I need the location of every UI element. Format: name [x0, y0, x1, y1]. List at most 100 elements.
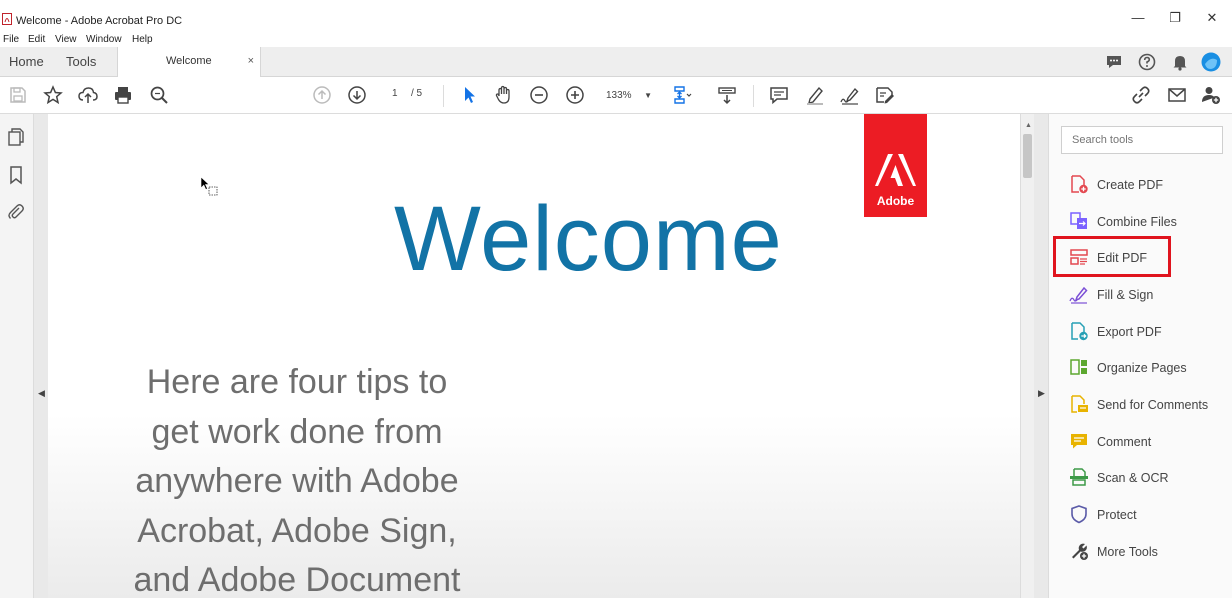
tab-document[interactable]: Welcome ×	[117, 47, 261, 78]
tool-fill-sign[interactable]: Fill & Sign	[1067, 281, 1217, 307]
page-total: / 5	[411, 88, 423, 99]
print-icon[interactable]	[112, 84, 134, 106]
tool-label: More Tools	[1097, 545, 1158, 559]
zoom-out-icon[interactable]	[528, 84, 550, 106]
menu-file[interactable]: File	[3, 34, 19, 45]
cloud-upload-icon[interactable]	[77, 84, 99, 106]
scroll-up-arrow-icon[interactable]: ▲	[1025, 122, 1032, 129]
share-link-icon[interactable]	[1130, 84, 1152, 106]
vertical-scrollbar[interactable]: ▲	[1020, 114, 1034, 598]
export-pdf-icon	[1071, 322, 1088, 341]
email-icon[interactable]	[1166, 84, 1188, 106]
title-bar: Welcome - Adobe Acrobat Pro DC — ❐ ✕	[0, 0, 1232, 32]
tips-line: Here are four tips to	[146, 363, 448, 401]
tool-label: Fill & Sign	[1097, 288, 1154, 302]
scroll-mode-icon[interactable]	[716, 84, 738, 106]
mouse-pointer-icon	[200, 176, 218, 196]
scan-ocr-icon	[1070, 468, 1088, 486]
acrobat-app-icon	[2, 13, 12, 25]
tips-line: get work done from	[151, 412, 443, 451]
zoom-level-select[interactable]: 133% ▼	[598, 86, 656, 106]
toolbar-divider	[753, 85, 754, 107]
tool-label: Comment	[1097, 435, 1152, 449]
search-icon[interactable]	[148, 84, 170, 106]
chat-icon[interactable]	[1104, 52, 1124, 72]
toolbar-divider	[443, 85, 444, 107]
chevron-down-icon: ▼	[644, 91, 652, 100]
highlight-pen-icon[interactable]	[804, 84, 826, 106]
tool-combine-files[interactable]: Combine Files	[1067, 208, 1217, 234]
zoom-in-icon[interactable]	[564, 84, 586, 106]
select-cursor-icon[interactable]	[458, 84, 480, 106]
menu-edit[interactable]: Edit	[28, 34, 45, 45]
tool-scan-ocr[interactable]: Scan & OCR	[1067, 464, 1217, 490]
close-tab-button[interactable]: ×	[248, 55, 254, 67]
previous-page-icon[interactable]	[311, 84, 333, 106]
save-icon[interactable]	[7, 84, 29, 106]
attachment-icon[interactable]	[6, 202, 26, 222]
comment-icon	[1071, 434, 1087, 449]
combine-files-icon	[1070, 212, 1087, 229]
tool-label: Combine Files	[1097, 215, 1177, 229]
tips-paragraph: Here are four tips to get work done from…	[122, 358, 472, 598]
chevron-left-icon: ◀	[38, 388, 45, 398]
document-tab-label: Welcome	[166, 55, 212, 67]
adobe-logo-mark	[875, 154, 916, 186]
tips-line: Acrobat, Adobe Sign,	[137, 511, 457, 550]
tool-label: Export PDF	[1097, 325, 1162, 339]
adobe-logo-text: Adobe	[876, 194, 915, 208]
edit-pdf-highlight-box	[1053, 236, 1171, 277]
tool-label: Organize Pages	[1097, 361, 1187, 375]
tab-home[interactable]: Home	[9, 47, 44, 77]
window-title: Welcome - Adobe Acrobat Pro DC	[16, 15, 183, 27]
welcome-heading: Welcome	[394, 188, 783, 290]
next-page-icon[interactable]	[346, 84, 368, 106]
sign-pen-icon[interactable]	[839, 84, 861, 106]
tool-send-for-comments[interactable]: Send for Comments	[1067, 391, 1217, 417]
page-thumbnails-icon[interactable]	[6, 127, 26, 147]
current-page-input[interactable]: 1	[392, 88, 398, 99]
bookmarks-icon[interactable]	[6, 165, 26, 185]
fill-sign-icon	[1069, 286, 1088, 304]
adobe-logo: Adobe	[864, 114, 927, 217]
right-pane-toggle[interactable]: ▶	[1034, 114, 1048, 598]
protect-icon	[1071, 505, 1087, 524]
tool-export-pdf[interactable]: Export PDF	[1067, 318, 1217, 344]
tool-more-tools[interactable]: More Tools	[1067, 538, 1217, 564]
close-window-button[interactable]: ✕	[1204, 10, 1220, 26]
main-toolbar: 1 / 5 133% ▼	[0, 77, 1232, 114]
send-comments-icon	[1071, 395, 1088, 413]
hand-tool-icon[interactable]	[493, 84, 515, 106]
comment-icon[interactable]	[768, 84, 790, 106]
tool-organize-pages[interactable]: Organize Pages	[1067, 354, 1217, 380]
zoom-level-value: 133%	[606, 90, 632, 101]
avatar[interactable]	[1201, 52, 1221, 72]
tool-create-pdf[interactable]: Create PDF	[1067, 171, 1217, 197]
tips-line: and Adobe Document	[133, 561, 461, 598]
redact-icon[interactable]	[874, 84, 896, 106]
search-tools-input[interactable]	[1061, 126, 1223, 154]
bookmark-star-icon[interactable]	[42, 84, 64, 106]
tab-tools[interactable]: Tools	[66, 47, 96, 77]
tool-label: Protect	[1097, 508, 1137, 522]
tool-protect[interactable]: Protect	[1067, 501, 1217, 527]
tool-label: Send for Comments	[1097, 398, 1209, 412]
menu-view[interactable]: View	[55, 34, 77, 45]
left-pane-toggle[interactable]: ◀	[34, 114, 48, 598]
add-user-icon[interactable]	[1200, 84, 1222, 106]
scrollbar-thumb[interactable]	[1023, 134, 1032, 178]
menu-help[interactable]: Help	[132, 34, 153, 45]
minimize-button[interactable]: —	[1130, 10, 1146, 26]
tool-comment[interactable]: Comment	[1067, 428, 1217, 454]
restore-button[interactable]: ❐	[1167, 10, 1183, 26]
fit-page-icon[interactable]	[671, 84, 693, 106]
create-pdf-icon	[1071, 175, 1088, 194]
help-icon[interactable]	[1137, 52, 1157, 72]
menu-window[interactable]: Window	[86, 34, 122, 45]
tool-label: Create PDF	[1097, 178, 1163, 192]
left-navigation-rail	[0, 114, 34, 598]
tool-label: Scan & OCR	[1097, 471, 1169, 485]
tips-line: anywhere with Adobe	[135, 462, 459, 500]
bell-icon[interactable]	[1170, 52, 1190, 72]
document-viewport[interactable]: Adobe Welcome Here are four tips to get …	[48, 114, 1020, 598]
